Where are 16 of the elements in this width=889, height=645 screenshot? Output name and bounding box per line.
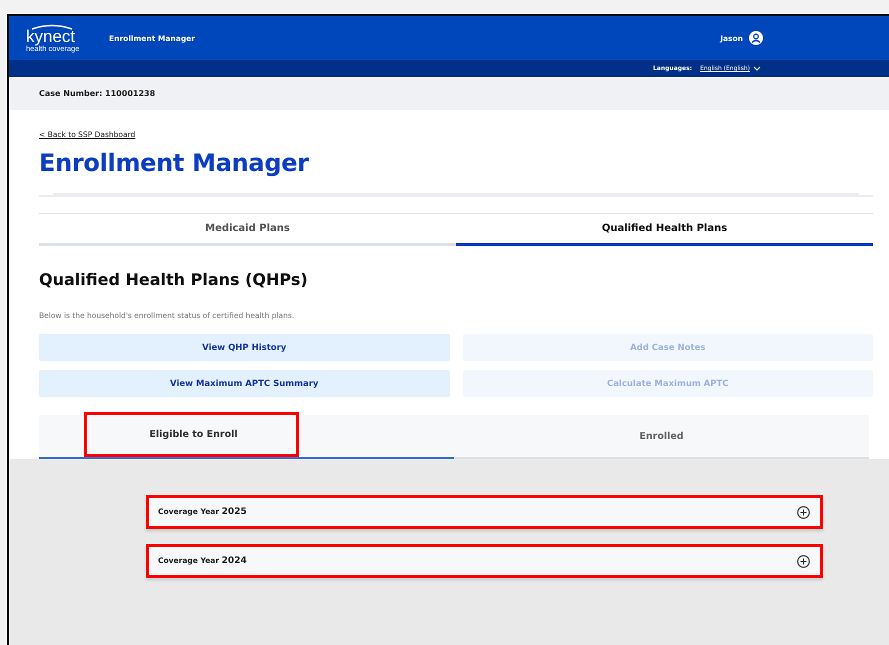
tab-label: Enrolled — [638, 430, 685, 444]
page-title: Enrollment Manager — [39, 149, 310, 177]
action-button[interactable]: View QHP History — [39, 334, 450, 361]
chevron-down-icon — [753, 66, 761, 71]
section-title: Qualified Health Plans (QHPs) — [39, 270, 309, 289]
case-number: Case Number: 110001238 — [39, 89, 156, 98]
arc-icon — [30, 24, 74, 30]
user-avatar-icon[interactable] — [749, 31, 763, 45]
logo-text: kynect — [26, 28, 76, 45]
tab[interactable]: Medicaid Plans — [39, 213, 456, 246]
tab[interactable]: Eligible to Enroll — [39, 415, 454, 459]
plus-circle-icon[interactable] — [797, 554, 810, 568]
plus-circle-icon[interactable] — [797, 506, 810, 518]
tab[interactable]: Qualified Health Plans — [456, 213, 873, 246]
action-button[interactable]: View Maximum APTC Summary — [39, 370, 450, 397]
highlight-frame: Eligible to Enroll — [84, 412, 299, 456]
